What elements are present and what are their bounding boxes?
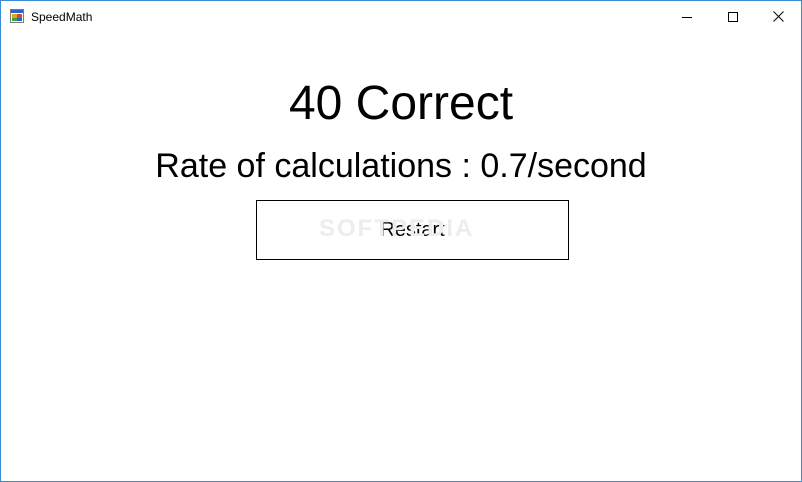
- title-bar[interactable]: SpeedMath: [1, 1, 801, 32]
- restart-button[interactable]: Restart: [256, 200, 569, 260]
- app-window: SpeedMath 40 Correct Rate of calculation…: [0, 0, 802, 482]
- window-title: SpeedMath: [31, 10, 93, 24]
- maximize-button[interactable]: [710, 1, 756, 32]
- main-content: 40 Correct Rate of calculations : 0.7/se…: [1, 32, 801, 481]
- score-label: 40 Correct: [288, 77, 514, 130]
- minimize-icon: [682, 16, 692, 18]
- app-icon[interactable]: [10, 9, 24, 23]
- close-button[interactable]: [755, 1, 801, 32]
- maximize-icon: [728, 11, 738, 22]
- minimize-button[interactable]: [664, 1, 710, 32]
- close-icon: [772, 11, 784, 22]
- restart-button-label: Restart: [380, 218, 445, 241]
- rate-label: Rate of calculations : 0.7/second: [155, 147, 647, 185]
